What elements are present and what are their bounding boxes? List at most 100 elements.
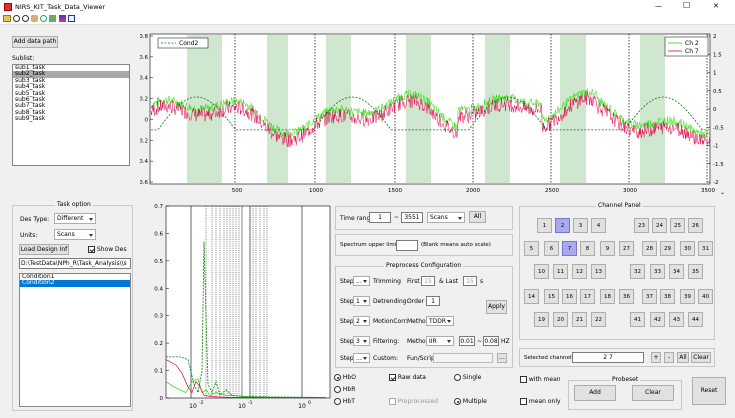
channel-button-25[interactable]: 25 <box>670 218 685 233</box>
channel-button-26[interactable]: 26 <box>688 218 703 233</box>
hbo-radio[interactable]: HbO <box>334 374 356 381</box>
show-des-checkbox[interactable]: Show Des <box>88 246 126 253</box>
channel-button-31[interactable]: 31 <box>698 241 713 256</box>
raw-data-checkbox[interactable]: Raw data <box>389 374 426 381</box>
channel-button-27[interactable]: 27 <box>619 241 634 256</box>
multiple-radio[interactable]: Multiple <box>454 398 487 405</box>
channel-button-12[interactable]: 12 <box>572 264 587 279</box>
channel-button-15[interactable]: 15 <box>544 289 559 304</box>
trim-first-field[interactable]: 15 <box>421 276 435 286</box>
channel-button-32[interactable]: 32 <box>630 264 645 279</box>
filter-low-field[interactable]: 0.01 <box>459 336 475 346</box>
channel-button-1[interactable]: 1 <box>537 218 552 233</box>
minimize-button[interactable]: — <box>655 2 662 10</box>
mean-only-checkbox[interactable]: mean only <box>520 398 561 405</box>
custom-script-field[interactable] <box>433 353 493 363</box>
channel-button-22[interactable]: 22 <box>591 312 606 327</box>
channel-button-43[interactable]: 43 <box>669 312 684 327</box>
condition-list-item[interactable]: Condition2 <box>20 279 130 287</box>
spectrum-plot[interactable]: 0.70.60.50.40.30.20.1010 -2 10 -1 10 0 <box>136 200 336 416</box>
channel-button-21[interactable]: 21 <box>572 312 587 327</box>
single-radio[interactable]: Single <box>454 374 481 381</box>
time-range-to[interactable]: 3551 <box>401 212 423 223</box>
channel-button-34[interactable]: 34 <box>669 264 684 279</box>
pan-icon[interactable] <box>31 15 38 22</box>
channel-button-19[interactable]: 19 <box>534 312 549 327</box>
colorbar-icon[interactable] <box>59 15 66 22</box>
channel-button-40[interactable]: 40 <box>698 289 713 304</box>
channel-button-28[interactable]: 28 <box>642 241 657 256</box>
add-data-path-button[interactable]: Add data path <box>12 36 58 48</box>
hbr-radio[interactable]: HbR <box>334 386 355 393</box>
channel-button-9[interactable]: 9 <box>600 241 615 256</box>
hbt-radio[interactable]: HbT <box>334 398 355 405</box>
detrend-order-field[interactable]: 1 <box>426 296 440 306</box>
spectrum-limit-input[interactable] <box>396 240 418 251</box>
channel-button-42[interactable]: 42 <box>650 312 665 327</box>
step-select[interactable]: ... <box>353 353 370 363</box>
rotate-icon[interactable] <box>40 15 47 22</box>
all-channels-button[interactable]: All <box>677 352 689 363</box>
time-series-plot[interactable]: 0.8 0.6 0.4 0.2 0 -0.2 -0.4 -0.6 2 1.5 1 0.5 0 -0.5 -1… <box>140 28 732 198</box>
channel-button-24[interactable]: 24 <box>652 218 667 233</box>
legend-icon[interactable] <box>68 15 75 22</box>
remove-channel-button[interactable]: - <box>664 352 674 363</box>
open-icon[interactable] <box>3 15 11 22</box>
custom-script-more-button[interactable]: ... <box>497 353 507 363</box>
step-select[interactable]: 2 <box>353 316 370 326</box>
selected-channels-field[interactable]: 2 7 <box>572 352 644 363</box>
time-range-all-button[interactable]: All <box>469 211 486 223</box>
channel-button-8[interactable]: 8 <box>580 241 595 256</box>
with-mean-checkbox[interactable]: with mean <box>520 376 561 383</box>
channel-button-35[interactable]: 35 <box>688 264 703 279</box>
channel-button-13[interactable]: 13 <box>591 264 606 279</box>
data-cursor-icon[interactable] <box>49 15 56 22</box>
channel-button-29[interactable]: 29 <box>660 241 675 256</box>
add-channel-button[interactable]: + <box>651 352 661 363</box>
maximize-button[interactable]: ☐ <box>683 1 690 10</box>
probeset-clear-button[interactable]: Clear <box>632 385 674 401</box>
channel-button-4[interactable]: 4 <box>591 218 606 233</box>
channel-button-2[interactable]: 2 <box>555 218 570 233</box>
filter-high-field[interactable]: 0.08 <box>483 336 499 346</box>
channel-button-37[interactable]: 37 <box>642 289 657 304</box>
channel-button-20[interactable]: 20 <box>553 312 568 327</box>
channel-button-10[interactable]: 10 <box>534 264 549 279</box>
motion-method-select[interactable]: TDDR <box>426 316 454 326</box>
step-select[interactable]: 3 <box>353 336 370 346</box>
step-select[interactable]: 1 <box>353 296 370 306</box>
preprocessed-checkbox[interactable]: Preprocessed <box>389 398 438 405</box>
load-design-button[interactable]: Load Design Inf <box>19 244 69 255</box>
channel-button-14[interactable]: 14 <box>524 289 539 304</box>
apply-button[interactable]: Apply <box>486 300 507 314</box>
close-button[interactable]: ✕ <box>713 2 719 10</box>
channel-button-36[interactable]: 36 <box>619 289 634 304</box>
trim-last-field[interactable]: 15 <box>463 276 477 286</box>
des-type-select[interactable]: Different <box>54 213 96 224</box>
zoom-out-icon[interactable] <box>22 15 29 22</box>
channel-button-16[interactable]: 16 <box>562 289 577 304</box>
channel-button-41[interactable]: 41 <box>630 312 645 327</box>
channel-button-7[interactable]: 7 <box>562 241 577 256</box>
condition-list[interactable]: Condition1 Condition2 <box>19 273 131 407</box>
channel-button-6[interactable]: 6 <box>544 241 559 256</box>
design-path-field[interactable]: D:\TestData\NPh_R\Task_Analysis\\s <box>19 258 131 269</box>
clear-channels-button[interactable]: Clear <box>691 352 711 363</box>
channel-button-17[interactable]: 17 <box>580 289 595 304</box>
units-select[interactable]: Scans <box>54 229 96 240</box>
channel-button-33[interactable]: 33 <box>650 264 665 279</box>
time-range-unit-select[interactable]: Scans <box>427 212 465 223</box>
channel-button-44[interactable]: 44 <box>688 312 703 327</box>
channel-button-5[interactable]: 5 <box>524 241 539 256</box>
channel-button-11[interactable]: 11 <box>553 264 568 279</box>
reset-button[interactable]: Reset <box>692 377 726 405</box>
time-range-from[interactable]: 1 <box>369 212 391 223</box>
subject-list[interactable]: sub1_task sub2_task sub3_task sub4_task sub5… <box>12 64 130 166</box>
channel-button-3[interactable]: 3 <box>573 218 588 233</box>
channel-button-39[interactable]: 39 <box>680 289 695 304</box>
channel-button-38[interactable]: 38 <box>660 289 675 304</box>
step-select[interactable]: ... <box>353 276 370 286</box>
channel-button-23[interactable]: 23 <box>634 218 649 233</box>
probeset-add-button[interactable]: Add <box>574 385 616 401</box>
zoom-in-icon[interactable] <box>13 15 20 22</box>
